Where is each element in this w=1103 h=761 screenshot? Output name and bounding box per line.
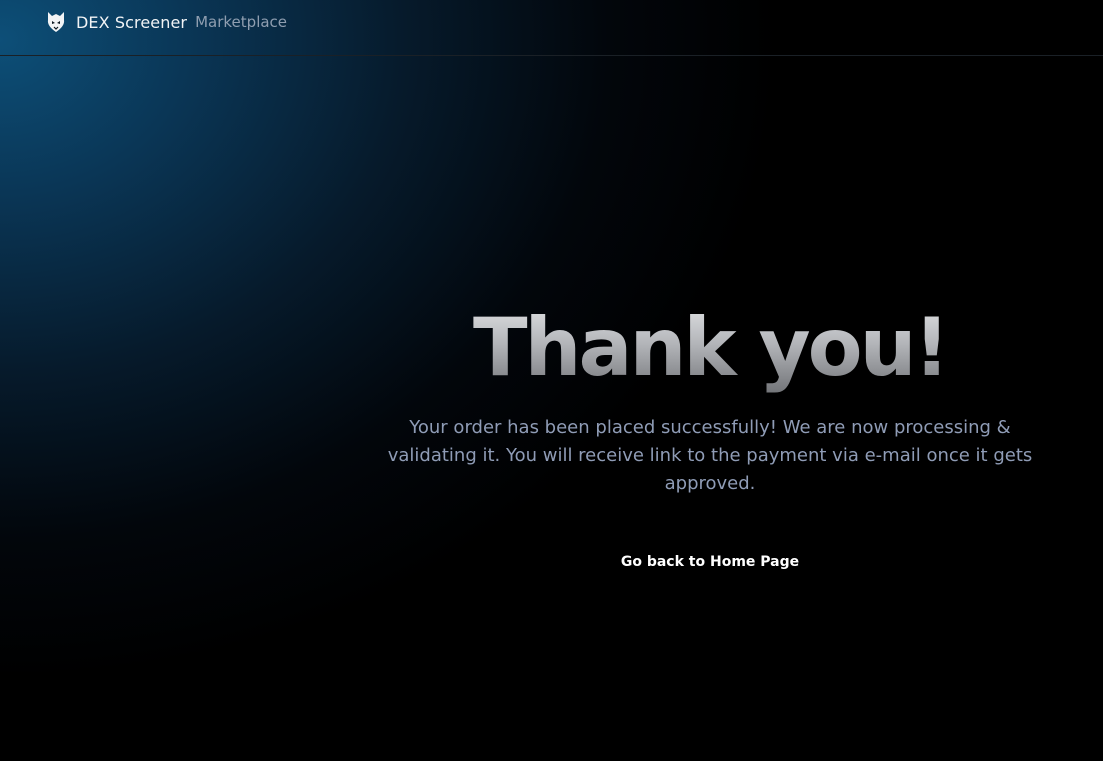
order-confirmation-message: Your order has been placed successfully!… (387, 417, 1033, 494)
brand-name: DEX Screener (76, 12, 188, 32)
confirmation-section: Thank you! Your order has been placed su… (360, 296, 1060, 498)
brand-home-link[interactable]: DEX Screener Marketplace (44, 8, 287, 36)
dex-screener-logo-icon (44, 10, 68, 34)
brand-subtitle: Marketplace (195, 13, 288, 31)
top-nav-bar: DEX Screener Marketplace (0, 0, 1103, 56)
thank-you-heading: Thank you! (360, 296, 1060, 400)
go-back-home-link[interactable]: Go back to Home Page (560, 550, 860, 574)
